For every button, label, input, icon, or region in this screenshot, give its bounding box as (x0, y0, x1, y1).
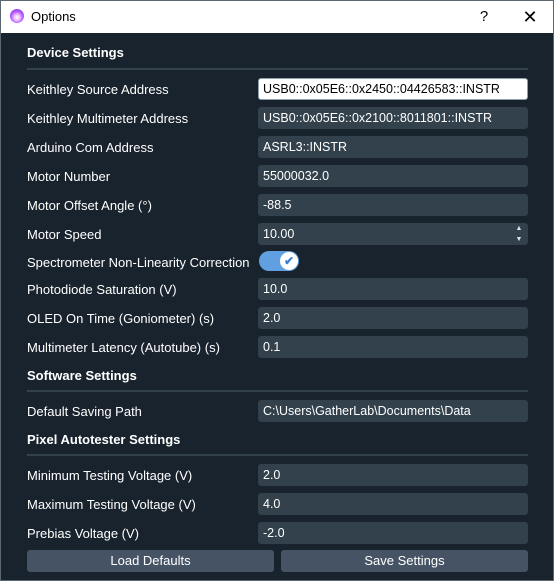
load-defaults-button[interactable]: Load Defaults (27, 550, 274, 572)
photodiode-input[interactable] (258, 278, 528, 300)
motor-speed-spinbox[interactable] (258, 223, 528, 245)
keithley-multimeter-input[interactable] (258, 107, 528, 129)
save-settings-button[interactable]: Save Settings (281, 550, 528, 572)
max-voltage-label: Maximum Testing Voltage (V) (27, 497, 196, 512)
options-window: Options ? ✕ Device Settings Keithley Sou… (0, 0, 554, 581)
prebias-voltage-label: Prebias Voltage (V) (27, 526, 140, 541)
software-settings-heading: Software Settings (27, 368, 137, 383)
title-bar[interactable]: Options ? ✕ (1, 1, 553, 33)
multimeter-latency-input[interactable] (258, 336, 528, 358)
prebias-voltage-input[interactable] (258, 522, 528, 544)
saving-path-label: Default Saving Path (27, 404, 142, 419)
keithley-multimeter-label: Keithley Multimeter Address (27, 111, 189, 126)
photodiode-label: Photodiode Saturation (V) (27, 282, 177, 297)
motor-offset-input[interactable] (258, 194, 528, 216)
device-settings-heading: Device Settings (27, 45, 124, 60)
oled-on-time-label: OLED On Time (Goniometer) (s) (27, 311, 215, 326)
min-voltage-label: Minimum Testing Voltage (V) (27, 468, 193, 483)
options-content: Device Settings Keithley Source Address … (1, 33, 553, 580)
autotester-settings-divider (27, 454, 528, 456)
motor-offset-label: Motor Offset Angle (°) (27, 198, 152, 213)
max-voltage-input[interactable] (258, 493, 528, 515)
help-button[interactable]: ? (461, 1, 507, 33)
spectrometer-label: Spectrometer Non-Linearity Correction (27, 255, 250, 270)
arduino-com-input[interactable] (258, 136, 528, 158)
spin-down-icon[interactable]: ▼ (511, 234, 527, 245)
motor-number-input[interactable] (258, 165, 528, 187)
close-icon[interactable]: ✕ (507, 1, 553, 33)
app-icon (10, 9, 24, 23)
window-title: Options (31, 9, 76, 24)
motor-speed-stepper: ▲ ▼ (511, 223, 527, 245)
multimeter-latency-label: Multimeter Latency (Autotube) (s) (27, 340, 220, 355)
min-voltage-input[interactable] (258, 464, 528, 486)
autotester-settings-heading: Pixel Autotester Settings (27, 432, 181, 447)
spin-up-icon[interactable]: ▲ (511, 223, 527, 234)
device-settings-divider (27, 68, 528, 70)
saving-path-input[interactable] (258, 400, 528, 422)
keithley-source-label: Keithley Source Address (27, 82, 169, 97)
keithley-source-input[interactable] (258, 78, 528, 100)
motor-number-label: Motor Number (27, 169, 111, 184)
arduino-com-label: Arduino Com Address (27, 140, 154, 155)
oled-on-time-input[interactable] (258, 307, 528, 329)
software-settings-divider (27, 390, 528, 392)
motor-speed-label: Motor Speed (27, 227, 102, 242)
spectrometer-toggle[interactable]: ✔ (259, 251, 299, 271)
checkmark-icon: ✔ (280, 252, 298, 270)
